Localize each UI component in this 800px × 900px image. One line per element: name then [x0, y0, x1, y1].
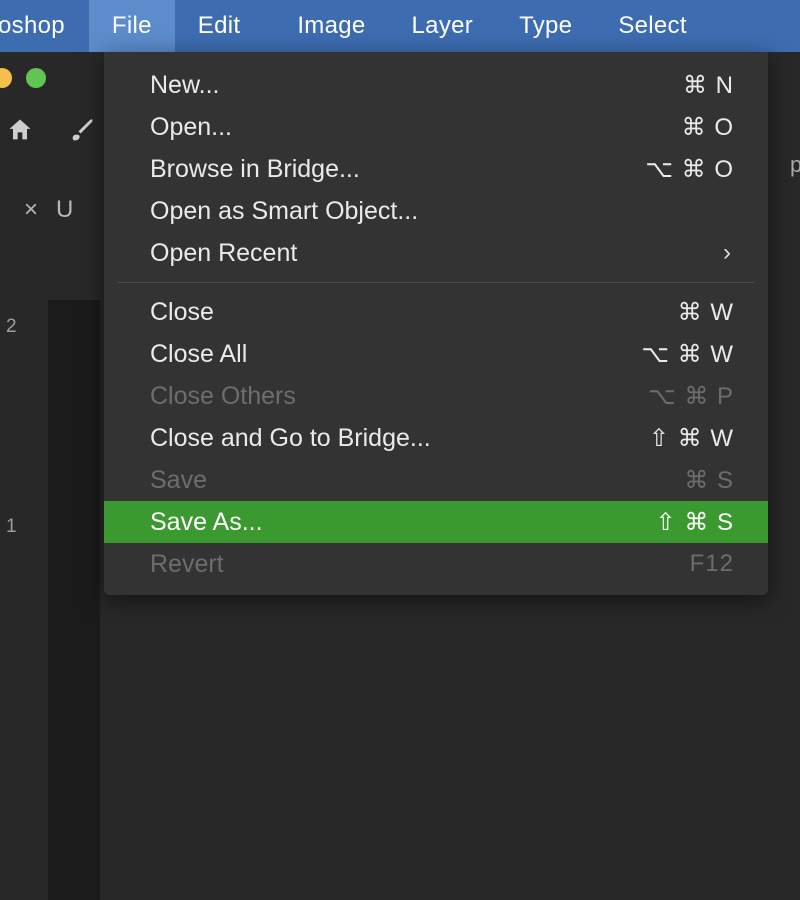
- menu-select[interactable]: Select: [595, 0, 710, 52]
- tab-label: U: [56, 196, 73, 224]
- close-icon[interactable]: ×: [24, 196, 38, 224]
- menu-item-shortcut: ⌘ O: [682, 113, 734, 142]
- menu-item-open[interactable]: Open... ⌘ O: [104, 106, 768, 148]
- minimize-button[interactable]: [0, 68, 12, 88]
- ruler-tick: 2: [6, 316, 46, 338]
- menu-item-label: Close Others: [150, 382, 296, 411]
- app-name: oshop: [0, 12, 89, 40]
- menu-item-shortcut: ⌘ S: [684, 466, 734, 495]
- menu-item-label: Save As...: [150, 508, 263, 537]
- window-controls: [0, 60, 46, 88]
- menu-item-close-all[interactable]: Close All ⌥ ⌘ W: [104, 333, 768, 375]
- menu-item-label: Close: [150, 298, 214, 327]
- zoom-button[interactable]: [26, 68, 46, 88]
- menu-item-revert: Revert F12: [104, 543, 768, 585]
- document-tab[interactable]: × U: [24, 196, 73, 224]
- cropped-text: p: [790, 152, 800, 178]
- menu-item-label: Close and Go to Bridge...: [150, 424, 431, 453]
- menu-image[interactable]: Image: [263, 0, 388, 52]
- menu-item-shortcut: ⌥ ⌘ O: [645, 155, 734, 184]
- menu-item-shortcut: F12: [690, 550, 734, 578]
- app-toolbar: [0, 116, 96, 149]
- menu-item-close-and-go-to-bridge[interactable]: Close and Go to Bridge... ⇧ ⌘ W: [104, 417, 768, 459]
- menu-item-label: Save: [150, 466, 207, 495]
- menu-item-shortcut: ⌘ N: [683, 71, 734, 100]
- menu-item-label: Open Recent: [150, 239, 297, 268]
- menu-separator: [118, 282, 754, 283]
- menu-item-save-as[interactable]: Save As... ⇧ ⌘ S: [104, 501, 768, 543]
- menu-item-open-as-smart-object[interactable]: Open as Smart Object...: [104, 190, 768, 232]
- chevron-right-icon: ›: [723, 239, 734, 267]
- menu-item-label: Open...: [150, 113, 232, 142]
- menu-item-close[interactable]: Close ⌘ W: [104, 291, 768, 333]
- menu-edit[interactable]: Edit: [175, 0, 264, 52]
- menu-item-shortcut: ⇧ ⌘ S: [656, 508, 734, 537]
- canvas-area: [48, 300, 100, 900]
- brush-icon[interactable]: [68, 116, 96, 149]
- menu-item-new[interactable]: New... ⌘ N: [104, 64, 768, 106]
- menu-item-label: Close All: [150, 340, 247, 369]
- menu-item-label: Browse in Bridge...: [150, 155, 360, 184]
- menubar: oshop File Edit Image Layer Type Select: [0, 0, 800, 52]
- menu-item-label: Open as Smart Object...: [150, 197, 418, 226]
- menu-item-shortcut: ⌘ W: [678, 298, 734, 327]
- menu-item-label: Revert: [150, 550, 224, 579]
- menu-layer[interactable]: Layer: [389, 0, 497, 52]
- home-icon[interactable]: [6, 116, 34, 149]
- menu-item-shortcut: ⇧ ⌘ W: [649, 424, 734, 453]
- vertical-ruler: 2 1: [6, 260, 46, 610]
- menu-item-shortcut: ⌥ ⌘ P: [648, 382, 734, 411]
- menu-type[interactable]: Type: [496, 0, 595, 52]
- menu-item-browse-in-bridge[interactable]: Browse in Bridge... ⌥ ⌘ O: [104, 148, 768, 190]
- menu-item-label: New...: [150, 71, 219, 100]
- menu-item-open-recent[interactable]: Open Recent ›: [104, 232, 768, 274]
- menu-item-save: Save ⌘ S: [104, 459, 768, 501]
- file-menu-dropdown: New... ⌘ N Open... ⌘ O Browse in Bridge... ⌥ …: [104, 52, 768, 595]
- ruler-tick: 1: [6, 516, 46, 538]
- menu-file[interactable]: File: [89, 0, 175, 52]
- menu-item-shortcut: ⌥ ⌘ W: [641, 340, 734, 369]
- menu-item-close-others: Close Others ⌥ ⌘ P: [104, 375, 768, 417]
